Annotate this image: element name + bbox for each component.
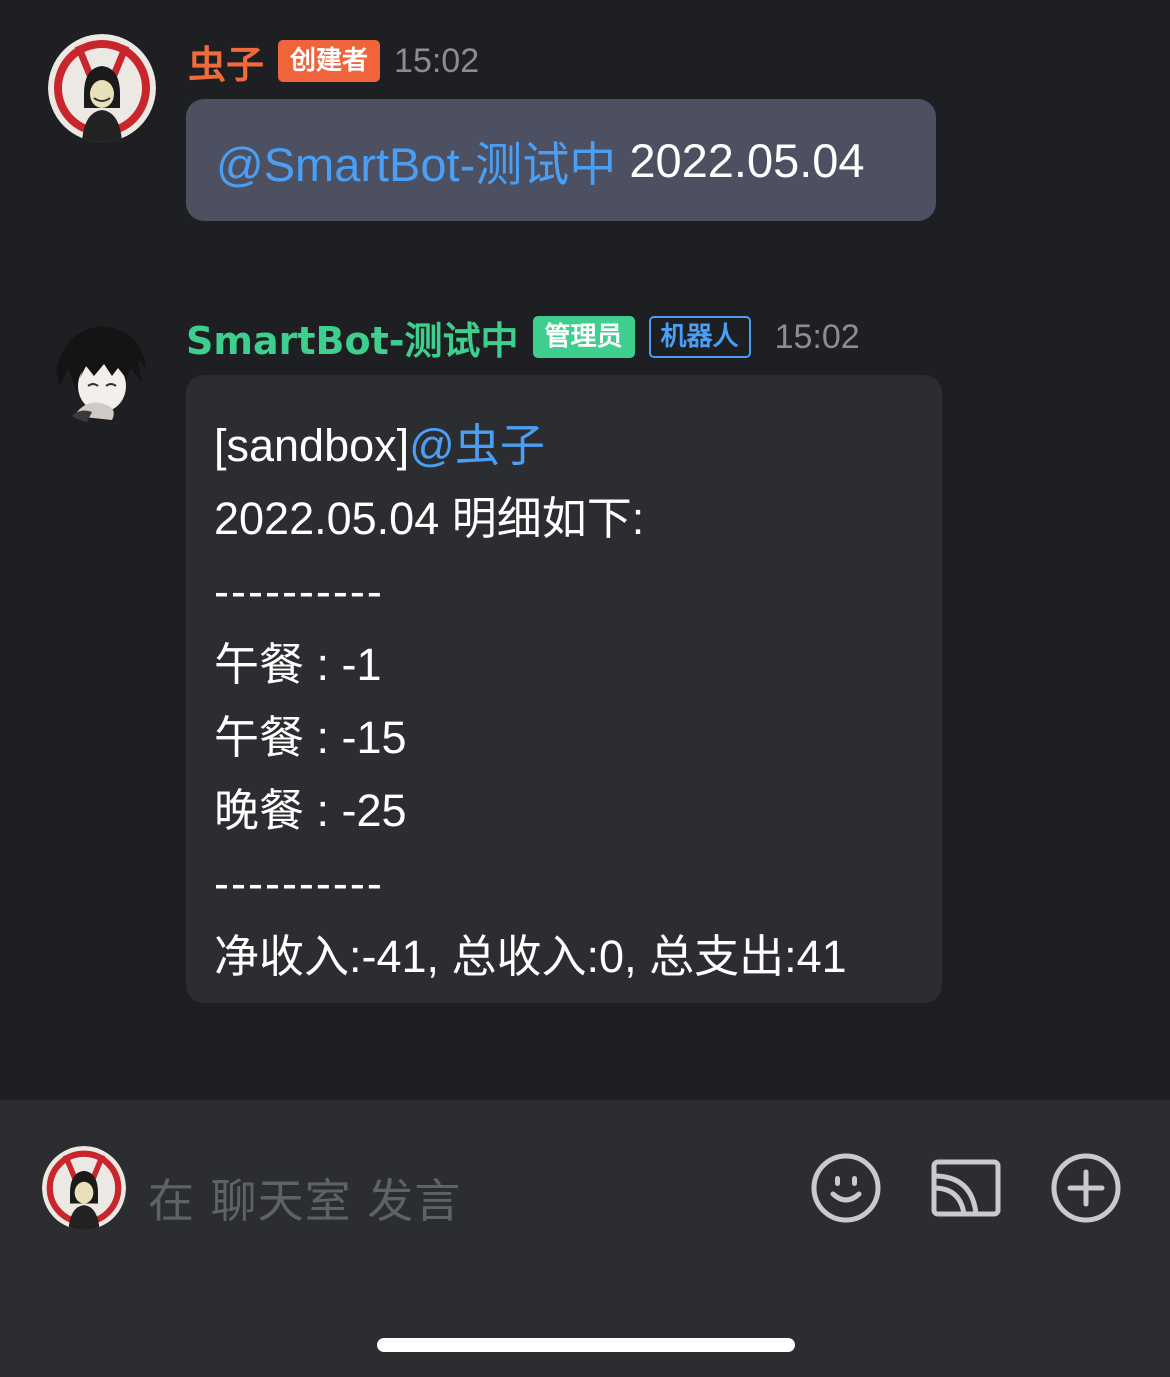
message-bubble[interactable]: [sandbox]@虫子 2022.05.04 明细如下: ----------… xyxy=(186,375,942,1003)
screen-cast-icon[interactable] xyxy=(928,1150,1004,1226)
admin-badge: 管理员 xyxy=(532,316,635,358)
user-avatar[interactable] xyxy=(48,34,156,142)
message-header: 虫子 创建者 15:02 xyxy=(188,34,480,89)
message-line: 净收入:-41, 总收入:0, 总支出:41 xyxy=(214,931,847,982)
self-avatar[interactable] xyxy=(42,1146,126,1230)
message-composer xyxy=(0,1100,1170,1377)
message-text: 2022.05.04 xyxy=(616,133,865,187)
message-line: [sandbox]@虫子 xyxy=(214,409,942,482)
message-line: 午餐 : -1 xyxy=(214,639,382,690)
message-time: 15:02 xyxy=(774,317,860,356)
message-input[interactable]: 在 聊天室 发言 xyxy=(148,1165,461,1231)
emoji-icon[interactable] xyxy=(808,1150,884,1226)
bot-avatar[interactable] xyxy=(46,316,154,424)
divider-line: ---------- xyxy=(214,566,384,617)
mention-link[interactable]: @虫子 xyxy=(409,420,545,471)
message-line: 午餐 : -15 xyxy=(214,712,407,763)
message-bubble[interactable]: @SmartBot-测试中 2022.05.04 xyxy=(186,99,936,221)
sender-name[interactable]: 虫子 xyxy=(188,34,264,89)
chat-area: 虫子 创建者 15:02 @SmartBot-测试中 2022.05.04 Sm… xyxy=(0,0,1170,1100)
message-time: 15:02 xyxy=(394,41,480,80)
mention-link[interactable]: @SmartBot-测试中 xyxy=(216,126,616,195)
add-icon[interactable] xyxy=(1048,1150,1124,1226)
sandbox-prefix: [sandbox] xyxy=(214,420,410,471)
divider-line: ---------- xyxy=(214,858,384,909)
creator-badge: 创建者 xyxy=(278,40,381,82)
message-header: SmartBot-测试中 管理员 机器人 15:02 xyxy=(186,310,860,365)
message-line: 晚餐 : -25 xyxy=(214,785,407,836)
sender-name[interactable]: SmartBot-测试中 xyxy=(186,310,519,365)
bot-badge: 机器人 xyxy=(648,316,751,358)
message-line: 2022.05.04 明细如下: xyxy=(214,493,645,544)
home-indicator[interactable] xyxy=(377,1338,795,1352)
